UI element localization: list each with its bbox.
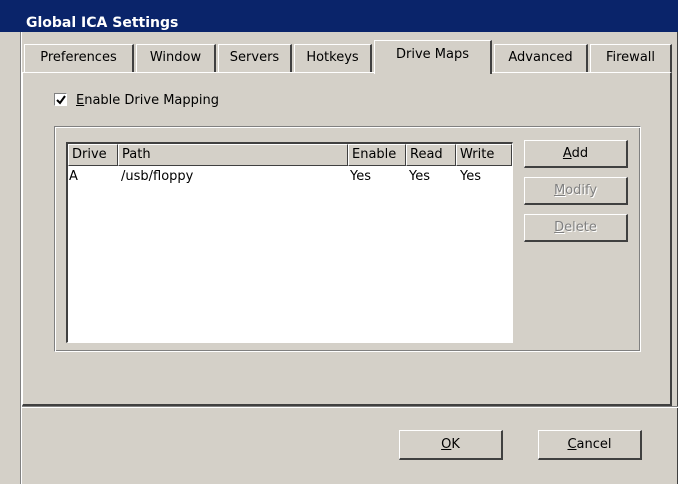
add-button[interactable]: Add <box>524 140 628 168</box>
tab-label: Window <box>149 50 202 65</box>
modify-button[interactable]: Modify <box>524 177 628 205</box>
check-mark-icon <box>56 95 66 105</box>
enable-drive-mapping-label: Enable Drive Mapping <box>76 93 219 108</box>
tab-advanced[interactable]: Advanced <box>494 44 588 72</box>
cell-write: Yes <box>460 169 481 184</box>
column-header-enable[interactable]: Enable <box>348 144 406 166</box>
enable-drive-mapping-checkbox[interactable] <box>54 93 67 106</box>
tab-hotkeys[interactable]: Hotkeys <box>294 44 372 72</box>
tab-label: Advanced <box>508 50 573 65</box>
delete-button[interactable]: Delete <box>524 214 628 242</box>
ok-button[interactable]: OK <box>399 430 503 460</box>
tab-bar: Preferences Window Servers Hotkeys Drive… <box>22 40 672 74</box>
tab-servers[interactable]: Servers <box>218 44 292 72</box>
window-title: Global ICA Settings <box>26 15 179 31</box>
window-title-bar[interactable]: Global ICA Settings <box>0 0 678 32</box>
table-row[interactable]: A /usb/floppy Yes Yes Yes <box>68 168 512 186</box>
tab-label: Preferences <box>40 50 117 65</box>
tab-window[interactable]: Window <box>136 44 216 72</box>
cancel-button[interactable]: Cancel <box>538 430 642 460</box>
tab-firewall[interactable]: Firewall <box>590 44 672 72</box>
column-header-write[interactable]: Write <box>456 144 512 166</box>
tab-drive-maps[interactable]: Drive Maps <box>374 40 492 74</box>
drive-list[interactable]: Drive Path Enable Read Write A /usb/flop… <box>66 142 513 343</box>
cell-path: /usb/floppy <box>121 169 194 184</box>
drive-list-header: Drive Path Enable Read Write <box>68 144 512 166</box>
tab-preferences[interactable]: Preferences <box>24 44 134 72</box>
column-header-drive[interactable]: Drive <box>68 144 118 166</box>
cell-enable: Yes <box>350 169 371 184</box>
separator-highlight <box>22 407 678 408</box>
tab-label: Firewall <box>605 50 656 65</box>
cell-read: Yes <box>409 169 430 184</box>
tab-label: Servers <box>229 50 280 65</box>
tab-label: Hotkeys <box>306 50 359 65</box>
column-header-read[interactable]: Read <box>406 144 456 166</box>
tab-label: Drive Maps <box>396 47 469 62</box>
cell-drive: A <box>69 169 78 184</box>
column-header-path[interactable]: Path <box>118 144 348 166</box>
